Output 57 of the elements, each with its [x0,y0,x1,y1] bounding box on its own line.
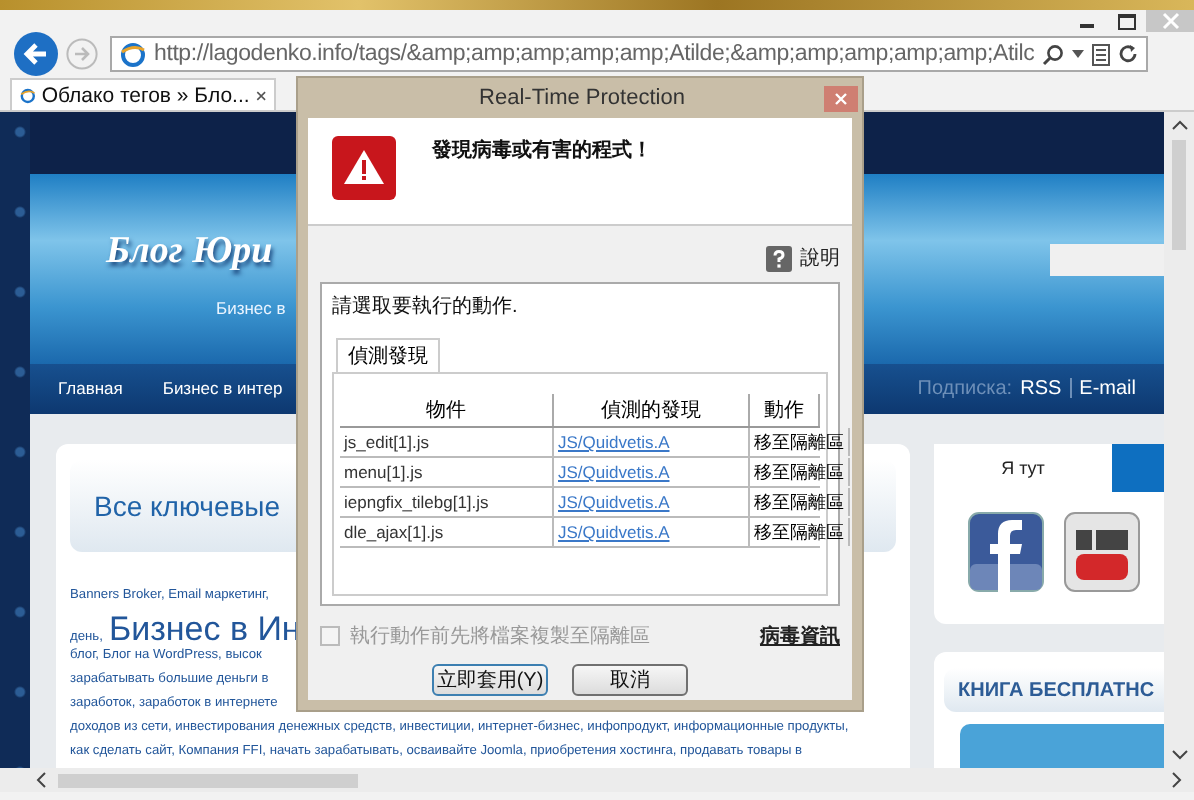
help-icon [766,245,792,271]
horizontal-scrollbar[interactable] [0,768,1194,792]
scroll-down-icon[interactable] [1171,750,1187,760]
close-button[interactable] [824,85,858,111]
scroll-left-icon[interactable] [36,772,46,788]
page-heading: Все ключевые [94,490,281,522]
site-title: Блог Юри [106,230,273,275]
close-icon[interactable] [255,87,266,103]
warning-icon [332,136,396,200]
virus-info-link[interactable]: 病毒資訊 [760,622,840,650]
vertical-scrollbar[interactable] [1164,112,1194,768]
table-cell: 移至隔離區 [750,488,850,516]
detection-link[interactable]: JS/Quidvetis.A [558,432,670,452]
facebook-icon[interactable] [968,512,1044,592]
scroll-right-icon[interactable] [1172,772,1182,788]
browser-tab[interactable]: Облако тегов » Бло... [10,78,276,110]
alert-message: 發現病毒或有害的程式！ [432,136,652,164]
panel-title: КНИГА БЕСПЛАТНС [958,679,1155,701]
site-tagline: Бизнес в [216,298,286,319]
column-header[interactable]: 動作 [750,394,820,426]
help-link[interactable]: 說明 [766,244,840,272]
back-button[interactable] [14,32,58,76]
search-icon[interactable] [1042,43,1065,65]
scroll-thumb[interactable] [58,773,358,787]
nav-link[interactable]: Бизнес в интер [162,378,283,399]
subscribe-label: Подписка: [917,377,1013,400]
checkbox-label: 執行動作前先將檔案複製至隔離區 [350,623,650,650]
detection-tab[interactable]: 偵測發現 [336,338,440,372]
scroll-thumb[interactable] [1172,140,1186,250]
refresh-icon[interactable] [1118,44,1139,64]
table-cell: 移至隔離區 [750,458,850,486]
subscribe-link[interactable]: RSS [1020,377,1062,400]
table-cell: 移至隔離區 [750,428,850,456]
dropdown-icon[interactable] [1072,50,1085,58]
instruction-text: 請選取要執行的動作. [332,293,518,320]
nav-link[interactable]: Главная [58,378,123,399]
detection-link[interactable]: JS/Quidvetis.A [558,522,670,542]
address-bar[interactable]: http://lagodenko.info/tags/&amp;amp;amp;amp;amp;Atilde;&amp;amp;amp;amp;amp;Atilc [110,36,1149,72]
table-cell: menu[1].js [340,458,554,486]
scroll-up-icon[interactable] [1171,120,1187,130]
table-cell: js_edit[1].js [340,428,554,456]
column-header[interactable]: 物件 [340,394,554,426]
detection-link[interactable]: JS/Quidvetis.A [558,462,670,482]
dialog-title: Real-Time Protection [477,86,685,110]
browser-page-icon [20,83,36,107]
subscribe-link[interactable]: E-mail [1079,377,1136,400]
dialog-button[interactable]: 取消 [572,664,688,696]
dialog-button[interactable]: 立即套用(Y) [432,664,548,696]
video-site-icon[interactable] [1064,512,1140,592]
search-field[interactable] [1050,244,1164,277]
table-cell: dle_ajax[1].js [340,518,554,546]
table-cell: iepngfix_tilebg[1].js [340,488,554,516]
compatibility-icon[interactable] [1092,43,1111,65]
browser-page-icon [120,41,146,67]
column-header[interactable]: 偵測的發現 [554,394,750,426]
detection-link[interactable]: JS/Quidvetis.A [558,492,670,512]
table-cell: 移至隔離區 [750,518,850,546]
